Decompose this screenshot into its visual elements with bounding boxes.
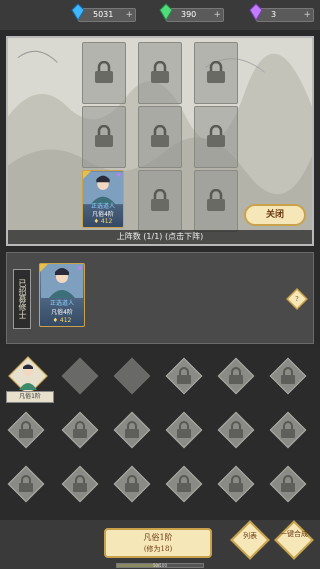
lock-icon bbox=[177, 367, 191, 384]
formation-slot[interactable] bbox=[194, 106, 238, 168]
lock-icon bbox=[125, 475, 139, 492]
svg-text:?: ? bbox=[295, 296, 298, 303]
blue-crystal-icon bbox=[71, 3, 85, 21]
character-level: 凡俗4阶 bbox=[92, 211, 114, 218]
lock-icon bbox=[207, 125, 225, 147]
grid-cell-locked[interactable] bbox=[7, 465, 45, 503]
formation-slot[interactable] bbox=[194, 42, 238, 104]
lock-icon bbox=[151, 125, 169, 147]
star-icon: ★ bbox=[115, 171, 122, 179]
formation-slot[interactable] bbox=[194, 170, 238, 232]
lock-icon bbox=[177, 421, 191, 438]
add-icon[interactable]: + bbox=[303, 9, 311, 21]
grid-cell-empty[interactable] bbox=[61, 357, 99, 395]
auto-merge-button[interactable] bbox=[274, 520, 314, 560]
lock-icon bbox=[281, 475, 295, 492]
resource-value: 3 bbox=[271, 10, 277, 19]
grid-cell-character[interactable] bbox=[8, 356, 48, 396]
grid-cell-level-label: 凡俗1阶 bbox=[6, 391, 54, 403]
formation-slot[interactable] bbox=[138, 42, 182, 104]
formation-panel: ★ 正选道人 凡俗4阶 ♦ 412 关闭 上阵数 (1/1) (点击下阵) bbox=[6, 36, 314, 246]
lock-icon bbox=[73, 475, 87, 492]
character-name: 正选道人 bbox=[49, 300, 74, 307]
lock-icon bbox=[207, 189, 225, 211]
grid-cell-locked[interactable] bbox=[269, 411, 307, 449]
recruit-button[interactable]: 凡俗1阶 (修为18) bbox=[104, 528, 212, 558]
star-icon: ★ bbox=[76, 264, 83, 272]
character-portrait bbox=[19, 364, 37, 390]
grid-cell-locked[interactable] bbox=[165, 465, 203, 503]
lock-icon bbox=[151, 61, 169, 83]
grid-cell-locked[interactable] bbox=[61, 465, 99, 503]
lock-icon bbox=[281, 421, 295, 438]
resource-value: 390 bbox=[181, 10, 197, 19]
lock-icon bbox=[229, 421, 243, 438]
character-power: ♦ 412 bbox=[93, 218, 113, 225]
add-icon[interactable]: + bbox=[213, 9, 221, 21]
lock-icon bbox=[95, 61, 113, 83]
lock-icon bbox=[229, 475, 243, 492]
lock-icon bbox=[125, 421, 139, 438]
purple-crystal-icon bbox=[249, 3, 263, 21]
resource-spirit-stone: 390 + bbox=[159, 3, 224, 22]
bottom-action-bar: 凡俗1阶 (修为18) 列表 一键合成 50/100 bbox=[0, 520, 320, 569]
grid-cell-locked[interactable] bbox=[165, 411, 203, 449]
lock-icon bbox=[95, 125, 113, 147]
formation-slot[interactable] bbox=[138, 170, 182, 232]
lock-icon bbox=[229, 367, 243, 384]
progress-text: 50/100 bbox=[152, 563, 168, 568]
grid-cell-locked[interactable] bbox=[269, 357, 307, 395]
resource-bar: 5031 + 390 + 3 + bbox=[0, 0, 320, 30]
lock-icon bbox=[281, 367, 295, 384]
recruited-roster: 已招募修士 ★ 正选道人 凡俗4阶 ♦ 412 ? bbox=[6, 252, 314, 344]
list-button-label: 列表 bbox=[243, 532, 257, 540]
grid-cell-locked[interactable] bbox=[113, 411, 151, 449]
grid-cell-locked[interactable] bbox=[269, 465, 307, 503]
resource-value: 5031 bbox=[93, 10, 114, 19]
character-power: ♦ 412 bbox=[52, 317, 72, 324]
list-button[interactable] bbox=[230, 520, 270, 560]
rarity-corner bbox=[40, 264, 48, 272]
recruited-tag: 已招募修士 bbox=[13, 269, 31, 329]
grid-cell-locked[interactable] bbox=[7, 411, 45, 449]
lock-icon bbox=[151, 189, 169, 211]
lock-icon bbox=[19, 475, 33, 492]
close-button[interactable]: 关闭 bbox=[244, 204, 306, 226]
resource-cultivation: 5031 + bbox=[71, 3, 136, 22]
character-level: 凡俗4阶 bbox=[51, 309, 73, 316]
recruit-button-title: 凡俗1阶 bbox=[143, 533, 173, 542]
deploy-count-label[interactable]: 上阵数 (1/1) (点击下阵) bbox=[8, 230, 312, 244]
grid-cell-locked[interactable] bbox=[217, 411, 255, 449]
grid-cell-locked[interactable] bbox=[217, 465, 255, 503]
roster-character-card[interactable]: ★ 正选道人 凡俗4阶 ♦ 412 bbox=[39, 263, 85, 327]
grid-cell-locked[interactable] bbox=[165, 357, 203, 395]
resource-sky-crystal: 3 + bbox=[249, 3, 314, 22]
recruit-button-cost: (修为18) bbox=[143, 545, 173, 553]
recruit-progress-bar: 50/100 bbox=[116, 563, 204, 568]
formation-slot[interactable] bbox=[82, 42, 126, 104]
auto-merge-button-label: 一键合成 bbox=[280, 530, 308, 538]
grid-cell-locked[interactable] bbox=[61, 411, 99, 449]
grid-cell-locked[interactable] bbox=[217, 357, 255, 395]
lock-icon bbox=[19, 421, 33, 438]
green-crystal-icon bbox=[159, 3, 173, 21]
rarity-corner bbox=[83, 171, 91, 179]
lock-icon bbox=[177, 475, 191, 492]
lock-icon bbox=[73, 421, 87, 438]
formation-slot[interactable] bbox=[138, 106, 182, 168]
grid-cell-locked[interactable] bbox=[113, 465, 151, 503]
deployed-character-card[interactable]: ★ 正选道人 凡俗4阶 ♦ 412 bbox=[82, 170, 124, 228]
info-icon[interactable]: ? bbox=[285, 287, 309, 311]
add-icon[interactable]: + bbox=[125, 9, 133, 21]
formation-slot[interactable] bbox=[82, 106, 126, 168]
grid-cell-empty[interactable] bbox=[113, 357, 151, 395]
lock-icon bbox=[207, 61, 225, 83]
